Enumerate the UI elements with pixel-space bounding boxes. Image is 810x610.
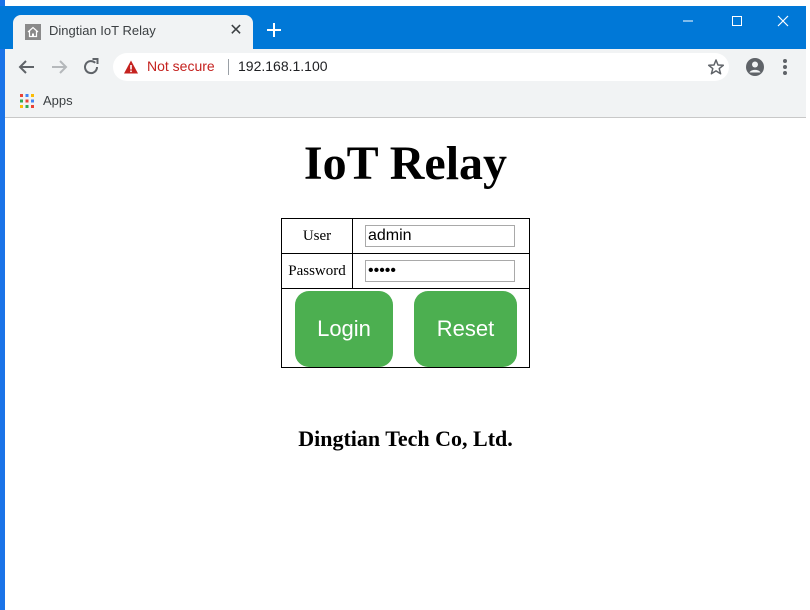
reload-icon[interactable] bbox=[79, 55, 103, 79]
browser-toolbar: Not secure 192.168.1.100 bbox=[5, 49, 806, 85]
maximize-icon[interactable] bbox=[714, 6, 760, 36]
home-icon bbox=[25, 24, 41, 40]
bookmarks-bar: Apps bbox=[5, 85, 806, 118]
buttons-cell: Login Reset bbox=[281, 288, 530, 368]
reset-button[interactable]: Reset bbox=[414, 291, 517, 367]
login-button[interactable]: Login bbox=[295, 291, 393, 367]
company-name: Dingtian Tech Co, Ltd. bbox=[298, 426, 513, 451]
url-text[interactable]: 192.168.1.100 bbox=[238, 58, 328, 74]
browser-titlebar: Dingtian IoT Relay ✕ bbox=[0, 6, 806, 49]
password-field-cell bbox=[352, 253, 530, 289]
tab-title: Dingtian IoT Relay bbox=[49, 23, 156, 38]
login-form: User Password Login Reset bbox=[281, 218, 530, 368]
bookmark-star-icon[interactable] bbox=[707, 58, 725, 76]
password-label: Password bbox=[281, 253, 353, 289]
password-input[interactable] bbox=[365, 260, 515, 282]
page-title: IoT Relay bbox=[303, 137, 508, 190]
user-row: User bbox=[281, 218, 530, 254]
omnibox-divider bbox=[228, 59, 229, 75]
apps-label: Apps bbox=[43, 93, 73, 108]
user-field-cell bbox=[352, 218, 530, 254]
minimize-icon[interactable] bbox=[665, 6, 711, 36]
warning-icon bbox=[123, 59, 139, 75]
tab-close-icon[interactable]: ✕ bbox=[227, 21, 245, 39]
buttons-row: Login Reset bbox=[281, 288, 530, 368]
forward-arrow-icon[interactable] bbox=[47, 55, 71, 79]
back-arrow-icon[interactable] bbox=[15, 55, 39, 79]
password-row: Password bbox=[281, 253, 530, 289]
apps-grid-icon bbox=[19, 93, 35, 109]
address-bar[interactable]: Not secure 192.168.1.100 bbox=[113, 53, 729, 81]
close-window-icon[interactable] bbox=[760, 6, 806, 36]
menu-dots-icon[interactable] bbox=[777, 55, 793, 79]
new-tab-icon[interactable] bbox=[264, 20, 284, 40]
profile-avatar-icon[interactable] bbox=[743, 55, 767, 79]
user-label: User bbox=[281, 218, 353, 254]
page-content: IoT Relay User Password Login Reset Ding… bbox=[5, 118, 806, 610]
user-input[interactable] bbox=[365, 225, 515, 247]
browser-tab[interactable]: Dingtian IoT Relay ✕ bbox=[13, 15, 253, 49]
security-label[interactable]: Not secure bbox=[147, 58, 215, 74]
